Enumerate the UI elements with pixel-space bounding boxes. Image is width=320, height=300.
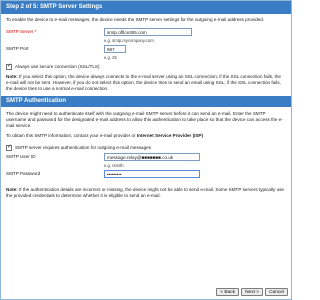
smtp-userid-label: SMTP User ID (6, 154, 36, 159)
smtp-wizard-page: Step 2 of 5: SMTP Server Settings To ena… (0, 0, 292, 300)
wizard-button-bar: < Back Next > Cancel (216, 288, 288, 296)
cancel-button[interactable]: Cancel (265, 288, 288, 296)
next-button[interactable]: Next > (241, 288, 264, 296)
smtp-server-row: SMTP Server * smtp.office365.com e.g. sm… (6, 28, 286, 45)
smtp-password-input[interactable]: ••••••••• (104, 170, 200, 178)
smtp-userid-hint: e.g. rsmith (104, 163, 124, 168)
ssl-note-text: If you select this option, the device al… (6, 74, 281, 91)
smtp-port-row: SMTP Port 587 e.g. 25 (6, 45, 286, 62)
smtp-port-label: SMTP Port (6, 46, 29, 51)
step-header: Step 2 of 5: SMTP Server Settings (1, 1, 291, 14)
auth-required-option: SMTP server requires authentication for … (6, 143, 286, 152)
smtp-server-hint: e.g. smtp.mycompany.com (104, 38, 154, 43)
auth-required-checkbox[interactable] (6, 144, 12, 151)
smtp-password-label: SMTP Password (6, 171, 41, 176)
smtp-server-settings-section: To enable the device to e-mail messages,… (1, 14, 291, 92)
smtp-server-input[interactable]: smtp.office365.com (104, 28, 192, 36)
required-mark: * (34, 29, 37, 34)
auth-required-label: SMTP server requires authentication for … (15, 144, 152, 150)
auth-contact-text: To obtain this SMTP information, contact… (6, 133, 286, 139)
ssl-option: Always use secure connection (SSL/TLS) (6, 62, 286, 71)
auth-intro-text: The device might need to authenticate it… (6, 111, 283, 128)
ssl-label: Always use secure connection (SSL/TLS) (15, 63, 100, 69)
auth-contact-text-a: To obtain this SMTP information, contact… (6, 133, 137, 138)
smtp-password-row: SMTP Password ••••••••• (6, 170, 286, 184)
smtp-userid-input[interactable]: message.relay@■■■■■■■.co.uk (104, 153, 200, 161)
smtp-userid-row: SMTP User ID message.relay@■■■■■■■.co.uk… (6, 153, 286, 170)
back-button[interactable]: < Back (216, 288, 240, 296)
smtp-server-label-text: SMTP Server (6, 29, 34, 34)
smtp-port-input[interactable]: 587 (104, 45, 126, 53)
auth-header: SMTP Authentication (1, 96, 291, 107)
smtp-server-label: SMTP Server * (6, 29, 37, 35)
ssl-note-bold: Note: (6, 74, 18, 79)
auth-note-bold: Note: (6, 187, 18, 192)
smtp-port-hint: e.g. 25 (104, 55, 117, 60)
intro-text: To enable the device to e-mail messages,… (6, 17, 265, 22)
auth-note: Note: If the authentication details are … (6, 187, 286, 199)
auth-note-text: If the authentication details are incorr… (6, 187, 284, 198)
smtp-authentication-section: The device might need to authenticate it… (1, 107, 291, 199)
ssl-note: Note: If you select this option, the dev… (6, 74, 286, 92)
ssl-checkbox[interactable] (6, 63, 12, 70)
isp-text: Internet Service Provider (ISP) (136, 133, 204, 138)
